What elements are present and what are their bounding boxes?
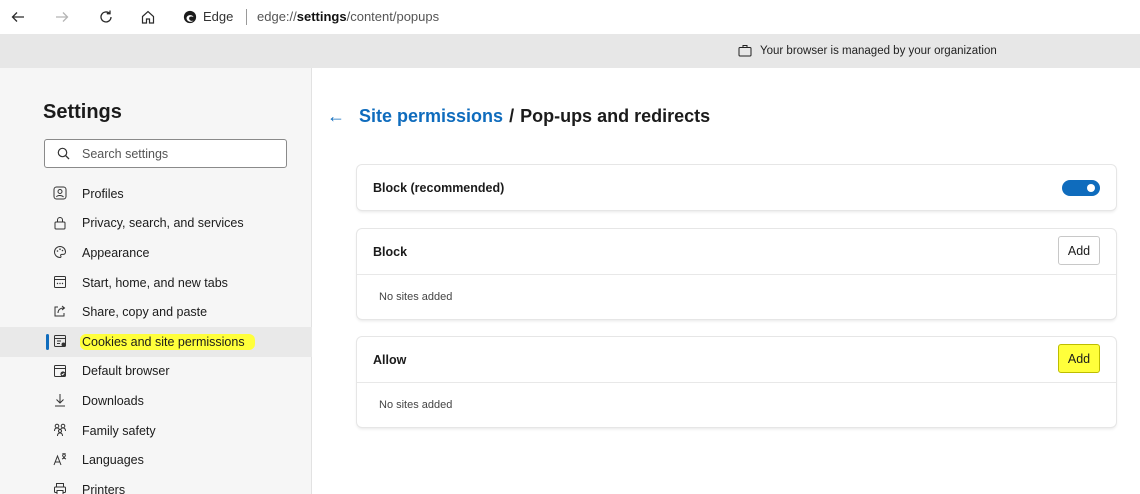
address-bar-url[interactable]: edge://settings/content/popups	[257, 9, 439, 24]
block-empty-state: No sites added	[357, 274, 1116, 319]
allow-label: Allow	[373, 352, 407, 367]
url-prefix: edge://	[257, 9, 297, 24]
active-indicator	[46, 333, 49, 350]
sidebar-item-label: Cookies and site permissions	[80, 333, 255, 350]
refresh-icon	[100, 10, 112, 23]
sidebar-item-printers[interactable]: Printers	[0, 475, 312, 494]
sidebar-item-label: Start, home, and new tabs	[82, 275, 228, 290]
settings-nav-list: Profiles Privacy, search, and services A…	[0, 179, 312, 494]
allow-card: Allow Add No sites added	[357, 337, 1116, 427]
search-icon	[57, 147, 70, 160]
lock-icon	[54, 216, 66, 230]
back-arrow-icon[interactable]: ←	[327, 106, 345, 127]
family-icon	[54, 423, 66, 436]
cookies-permissions-icon	[54, 334, 66, 347]
block-recommended-toggle[interactable]	[1062, 180, 1100, 196]
page-title: Pop-ups and redirects	[520, 106, 711, 126]
block-recommended-row: Block (recommended)	[357, 165, 1116, 210]
languages-icon	[53, 453, 67, 466]
toggle-knob	[1087, 184, 1095, 192]
sidebar-item-label: Appearance	[82, 245, 150, 260]
sidebar-item-label: Share, copy and paste	[82, 305, 208, 320]
sidebar-item-label: Default browser	[82, 364, 170, 379]
allow-header-row: Allow Add	[357, 337, 1116, 382]
default-browser-icon	[54, 364, 66, 377]
sidebar-item-privacy[interactable]: Privacy, search, and services	[0, 209, 312, 239]
sidebar-item-share[interactable]: Share, copy and paste	[0, 297, 312, 327]
search-settings-input[interactable]	[82, 146, 272, 161]
settings-title: Settings	[43, 101, 122, 123]
arrow-left-icon	[11, 12, 24, 22]
managed-text: Your browser is managed by your organiza…	[760, 44, 997, 57]
sidebar-item-label: Downloads	[82, 393, 144, 408]
profile-icon	[53, 186, 67, 200]
start-tabs-icon	[54, 275, 66, 288]
sidebar-item-family-safety[interactable]: Family safety	[0, 416, 312, 446]
block-label: Block	[373, 244, 408, 259]
edge-logo-icon	[183, 10, 197, 23]
allow-empty-state: No sites added	[357, 382, 1116, 427]
breadcrumb-site-permissions-link[interactable]: Site permissions	[359, 106, 503, 127]
sidebar-item-profiles[interactable]: Profiles	[0, 179, 312, 209]
sidebar-item-downloads[interactable]: Downloads	[0, 386, 312, 416]
block-card: Block Add No sites added	[357, 229, 1116, 319]
block-add-button[interactable]: Add	[1058, 236, 1100, 265]
managed-banner: Your browser is managed by your organiza…	[0, 34, 1140, 68]
url-bold: settings	[296, 9, 347, 24]
sidebar-item-label: Family safety	[82, 423, 156, 438]
arrow-right-icon	[56, 12, 69, 22]
share-icon	[54, 305, 66, 317]
block-recommended-label: Block (recommended)	[373, 180, 505, 195]
url-suffix: /content/popups	[346, 9, 440, 24]
breadcrumb: ← Site permissions / Pop-ups and redirec…	[327, 106, 710, 127]
sidebar-item-label: Languages	[82, 453, 144, 468]
sidebar-item-languages[interactable]: Languages	[0, 445, 312, 475]
site-name: Edge	[203, 9, 234, 24]
palette-icon	[54, 246, 67, 259]
managed-banner-content[interactable]: Your browser is managed by your organiza…	[738, 44, 997, 57]
sidebar-item-label: Profiles	[82, 186, 124, 201]
sidebar-item-label: Privacy, search, and services	[82, 216, 244, 231]
address-divider	[246, 9, 247, 25]
browser-toolbar: Edge edge://settings/content/popups	[0, 0, 1140, 34]
sidebar-item-cookies-permissions[interactable]: Cookies and site permissions	[0, 326, 312, 357]
back-button[interactable]	[6, 5, 30, 29]
sidebar-item-appearance[interactable]: Appearance	[0, 238, 312, 268]
sidebar-item-default-browser[interactable]: Default browser	[0, 357, 312, 387]
refresh-button[interactable]	[94, 5, 118, 29]
forward-button[interactable]	[50, 5, 74, 29]
allow-add-button[interactable]: Add	[1058, 344, 1100, 373]
home-icon	[141, 10, 155, 24]
block-header-row: Block Add	[357, 229, 1116, 274]
home-button[interactable]	[136, 5, 160, 29]
search-settings-box[interactable]	[44, 139, 287, 168]
main-content: ← Site permissions / Pop-ups and redirec…	[313, 68, 1140, 494]
briefcase-icon	[738, 45, 752, 57]
sidebar-item-start-home[interactable]: Start, home, and new tabs	[0, 268, 312, 298]
site-identity[interactable]: Edge	[183, 9, 233, 24]
printer-icon	[54, 482, 66, 494]
breadcrumb-separator: /	[509, 106, 515, 126]
download-icon	[55, 394, 65, 407]
block-recommended-card: Block (recommended)	[357, 165, 1116, 210]
sidebar-item-label: Printers	[82, 482, 126, 494]
settings-sidebar: Settings Profiles Privacy, search, and s…	[0, 68, 312, 494]
